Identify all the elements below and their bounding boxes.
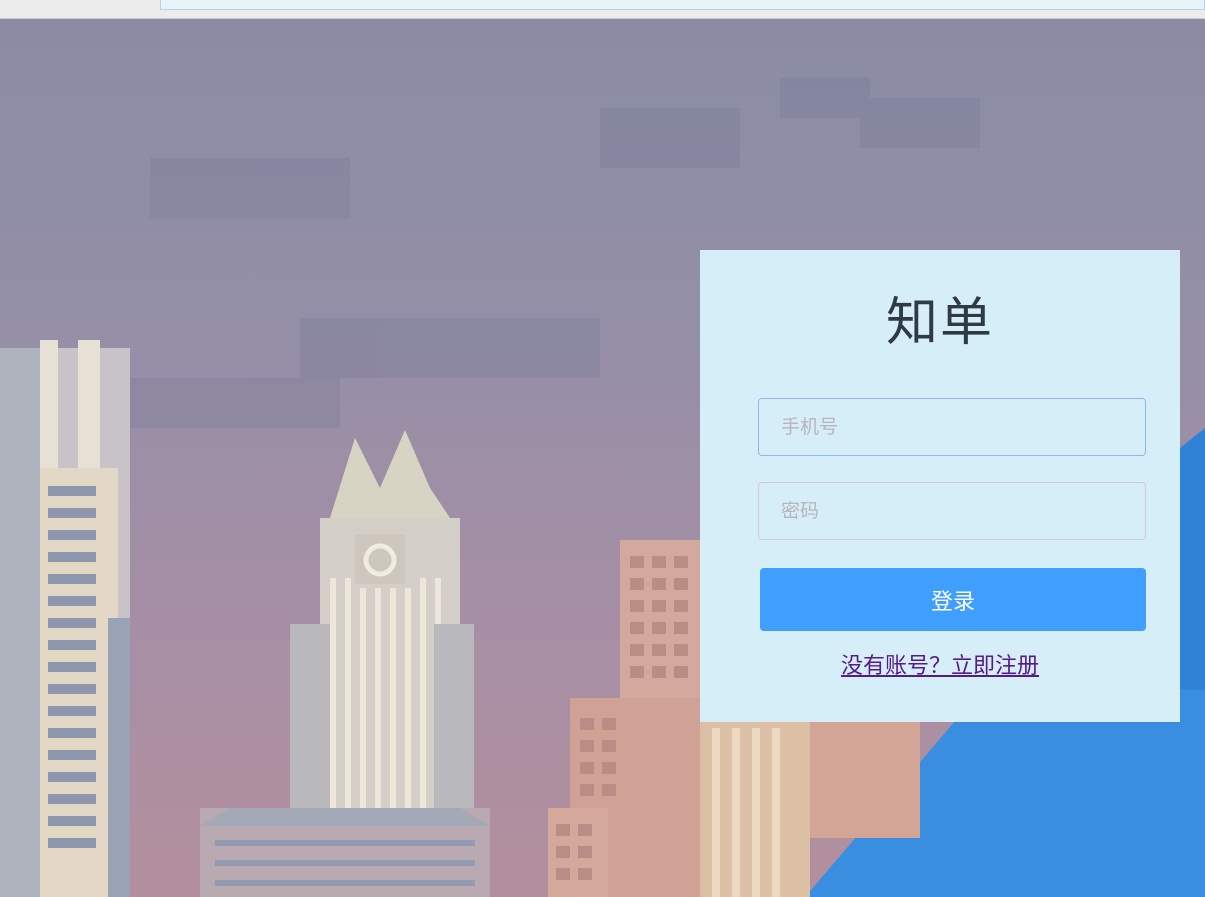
login-card: 知单 登录 没有账号？立即注册 bbox=[700, 250, 1180, 722]
register-link[interactable]: 没有账号？立即注册 bbox=[700, 648, 1180, 680]
app-title: 知单 bbox=[885, 293, 994, 353]
login-page: 知单 登录 没有账号？立即注册 bbox=[0, 0, 1205, 897]
password-input[interactable] bbox=[758, 482, 1146, 540]
login-button[interactable]: 登录 bbox=[760, 568, 1146, 631]
phone-input[interactable] bbox=[758, 398, 1146, 456]
browser-top-bar bbox=[0, 0, 1205, 19]
address-bar[interactable] bbox=[160, 0, 1205, 10]
